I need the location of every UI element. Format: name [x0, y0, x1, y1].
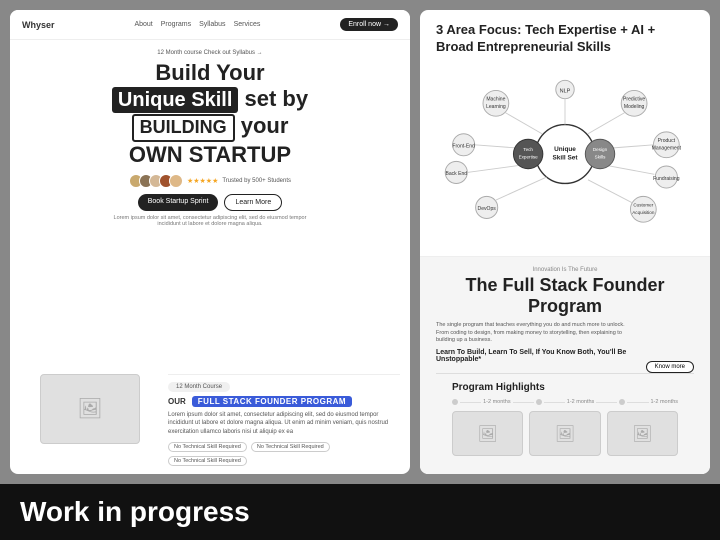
svg-text:Management: Management	[652, 145, 682, 151]
program-badge: 12 Month Course	[168, 382, 230, 392]
svg-text:Product: Product	[658, 138, 676, 144]
navbar-brand: Whyser	[22, 20, 55, 30]
bottom-bar: Work in progress	[0, 484, 720, 540]
right-panel: 3 Area Focus: Tech Expertise + AI + Broa…	[420, 10, 710, 474]
svg-text:Skill Set: Skill Set	[552, 154, 578, 161]
timeline-label-1: 1-2 months	[483, 399, 511, 405]
wip-text: Work in progress	[20, 496, 250, 528]
highlight-img-3: 🖼	[607, 411, 678, 456]
tag-2: No Technical Skill Required	[251, 442, 330, 452]
timeline-line-2	[513, 402, 534, 403]
program-description: Lorem ipsum dolor sit amet, consectetur …	[168, 411, 400, 436]
bottom-section: 🖼 12 Month Course OUR FULL STACK FOUNDER…	[10, 374, 410, 474]
highlight-building: BUILDING	[132, 114, 235, 142]
image-icon: 🖼	[77, 396, 102, 421]
svg-text:DevOps: DevOps	[478, 206, 497, 212]
tag-3: No Technical Skill Required	[168, 456, 247, 466]
enroll-button[interactable]: Enroll now →	[340, 18, 398, 31]
know-more-button[interactable]: Know more	[646, 361, 694, 373]
program-title-bar: OUR FULL STACK FOUNDER PROGRAM	[168, 396, 400, 407]
timeline-line-5	[627, 402, 648, 403]
area-focus-title: 3 Area Focus: Tech Expertise + AI + Broa…	[436, 22, 694, 56]
program-tags: No Technical Skill Required No Technical…	[168, 442, 400, 466]
nav-about[interactable]: About	[134, 21, 152, 28]
hero-line3: BUILDING your	[30, 113, 390, 142]
highlight-img-2: 🖼	[529, 411, 600, 456]
hero-title: Build Your Unique Skill set by BUILDING …	[30, 60, 390, 168]
hero-line4: OWN STARTUP	[30, 142, 390, 168]
hero-badge: 12 Month course Check out Syllabus →	[30, 50, 390, 56]
timeline-label-3: 1-2 months	[651, 399, 679, 405]
hero-description: Lorem ipsum dolor sit amet, consectetur …	[110, 215, 310, 227]
timeline-line-4	[596, 402, 617, 403]
svg-text:Unique: Unique	[554, 146, 576, 153]
hero-section: 12 Month course Check out Syllabus → Bui…	[10, 40, 410, 374]
navbar: Whyser About Programs Syllabus Services …	[10, 10, 410, 40]
skill-diagram: Unique Skill Set NLP Machine Learning Pr…	[436, 64, 694, 244]
program-highlights: Program Highlights 1-2 months 1-2 months…	[436, 373, 694, 464]
program-highlights-title: Program Highlights	[452, 382, 678, 393]
svg-text:Expertise: Expertise	[519, 154, 539, 159]
avatar-group	[129, 174, 183, 188]
hero-image-placeholder: 🖼	[40, 374, 140, 444]
social-proof: ★★★★★ Trusted by 500+ Students	[30, 174, 390, 188]
left-panel: Whyser About Programs Syllabus Services …	[10, 10, 410, 474]
timeline-line-1	[460, 402, 481, 403]
right-bottom-section: Innovation Is The Future The Full Stack …	[420, 257, 710, 474]
program-label: OUR	[168, 397, 186, 406]
svg-text:Modeling: Modeling	[624, 104, 645, 110]
svg-text:Customer: Customer	[633, 202, 653, 207]
svg-text:NLP: NLP	[560, 88, 571, 94]
svg-text:Design: Design	[593, 147, 608, 152]
tag-1: No Technical Skill Required	[168, 442, 247, 452]
nav-services[interactable]: Services	[234, 21, 261, 28]
hero-your: your	[241, 113, 289, 138]
svg-text:Machine: Machine	[486, 96, 505, 102]
svg-text:Front-End: Front-End	[452, 143, 475, 149]
timeline-dot-3	[619, 399, 625, 405]
hero-buttons: Book Startup Sprint Learn More	[30, 194, 390, 211]
rb-subtitle: Learn To Build, Learn To Sell, If You Kn…	[436, 349, 638, 363]
program-section: 12 Month Course OUR FULL STACK FOUNDER P…	[168, 374, 400, 466]
svg-text:Skills: Skills	[595, 154, 606, 159]
svg-text:Back End: Back End	[445, 171, 467, 177]
program-title: FULL STACK FOUNDER PROGRAM	[192, 396, 352, 407]
navbar-links: About Programs Syllabus Services	[134, 21, 260, 28]
right-bottom-content: The single program that teaches everythi…	[436, 322, 694, 373]
hero-line1: Build Your	[30, 60, 390, 86]
hero-line2: Unique Skill set by	[30, 86, 390, 113]
learn-more-button[interactable]: Learn More	[224, 194, 282, 211]
svg-text:Learning: Learning	[486, 104, 506, 110]
innovation-label: Innovation Is The Future	[436, 267, 694, 273]
rating-text: Trusted by 500+ Students	[222, 178, 291, 184]
skill-svg: Unique Skill Set NLP Machine Learning Pr…	[436, 64, 694, 244]
highlight-img-1: 🖼	[452, 411, 523, 456]
timeline-dot-1	[452, 399, 458, 405]
right-top-section: 3 Area Focus: Tech Expertise + AI + Broa…	[420, 10, 710, 257]
right-bottom-text: The single program that teaches everythi…	[436, 322, 638, 373]
highlights-images: 🖼 🖼 🖼	[452, 411, 678, 456]
rb-description: The single program that teaches everythi…	[436, 322, 638, 345]
book-sprint-button[interactable]: Book Startup Sprint	[138, 194, 219, 211]
full-stack-title: The Full Stack Founder Program	[436, 275, 694, 318]
timeline: 1-2 months 1-2 months 1-2 months	[452, 399, 678, 405]
avatar-5	[169, 174, 183, 188]
timeline-line-3	[544, 402, 565, 403]
svg-text:Fundraising: Fundraising	[653, 176, 680, 182]
hero-set-by: set by	[245, 86, 309, 111]
timeline-dot-2	[536, 399, 542, 405]
nav-programs[interactable]: Programs	[161, 21, 191, 28]
highlight-unique-skill: Unique Skill	[112, 87, 238, 113]
star-rating: ★★★★★	[187, 177, 218, 185]
svg-text:Tech: Tech	[523, 147, 533, 152]
timeline-label-2: 1-2 months	[567, 399, 595, 405]
svg-text:Acquisition: Acquisition	[632, 210, 655, 215]
nav-syllabus[interactable]: Syllabus	[199, 21, 225, 28]
svg-text:Predictive: Predictive	[623, 96, 645, 102]
